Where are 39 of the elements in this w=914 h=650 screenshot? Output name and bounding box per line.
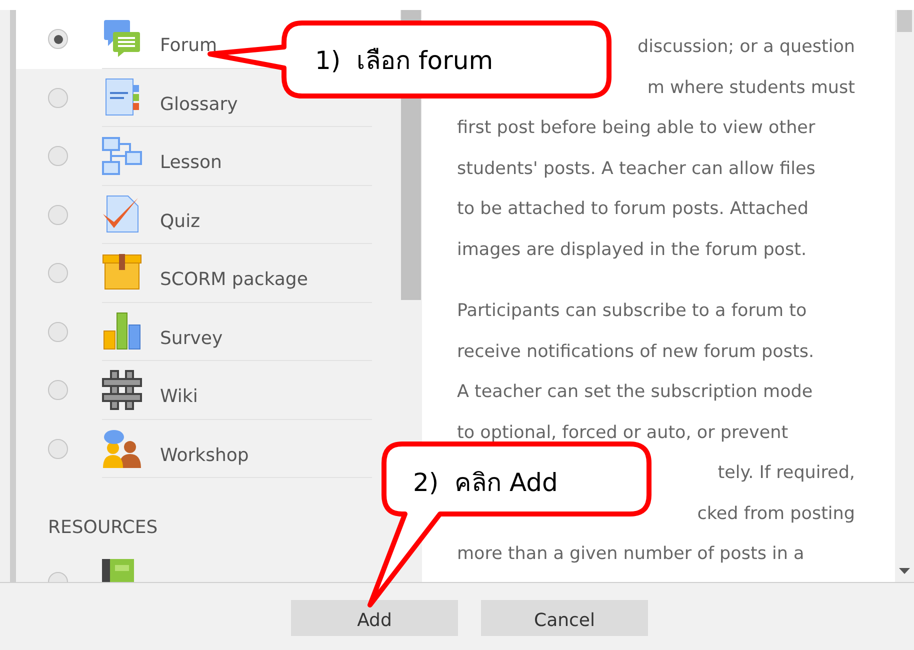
activity-label: Glossary [160, 92, 238, 117]
flowchart-icon [102, 136, 142, 176]
chat-bubbles-icon [102, 18, 142, 59]
description-text: to be attached to forum posts. Attached [457, 198, 809, 221]
radio-button[interactable] [48, 263, 68, 284]
activity-label: Workshop [160, 444, 249, 468]
description-text: tely. If required, [718, 462, 855, 485]
activity-label: Forum [160, 34, 218, 58]
activity-label: Lesson [160, 151, 222, 176]
callout-text: 2) คลิก Add [413, 467, 558, 499]
scroll-thumb[interactable] [897, 10, 912, 32]
woven-grid-icon [102, 370, 142, 410]
radio-button[interactable] [48, 380, 68, 400]
radio-button[interactable] [48, 29, 68, 50]
activity-label: Quiz [160, 210, 200, 234]
radio-button[interactable] [48, 88, 68, 108]
description-text: to optional, forced or auto, or prevent [457, 422, 788, 444]
description-text: students' posts. A teacher can allow files [457, 158, 816, 180]
description-text: discussion; or a question [637, 36, 855, 59]
description-text: m where students must [647, 76, 855, 100]
radio-button[interactable] [48, 204, 68, 225]
description-text: A teacher can set the subscription mode [457, 381, 813, 404]
activity-label: Survey [160, 326, 223, 351]
description-text: receive notifications of new forum posts. [457, 340, 814, 364]
section-heading: RESOURCES [47, 516, 159, 540]
radio-button[interactable] [48, 322, 68, 342]
activity-label: Wiki [160, 385, 198, 410]
add-button[interactable]: Add [291, 600, 458, 636]
description-text: images are displayed in the forum post. [457, 238, 807, 262]
radio-button[interactable] [48, 438, 68, 459]
people-icon [102, 428, 142, 468]
description-text: first post before being able to view other [457, 117, 816, 140]
bar-chart-icon [102, 311, 142, 352]
description-text: cked from posting [697, 502, 855, 526]
radio-button[interactable] [48, 146, 68, 166]
cancel-button[interactable]: Cancel [481, 600, 648, 636]
activity-label: SCORM package [160, 268, 308, 292]
description-text: Participants can subscribe to a forum to [457, 300, 807, 323]
description-text: more than a given number of posts in a [457, 543, 804, 566]
